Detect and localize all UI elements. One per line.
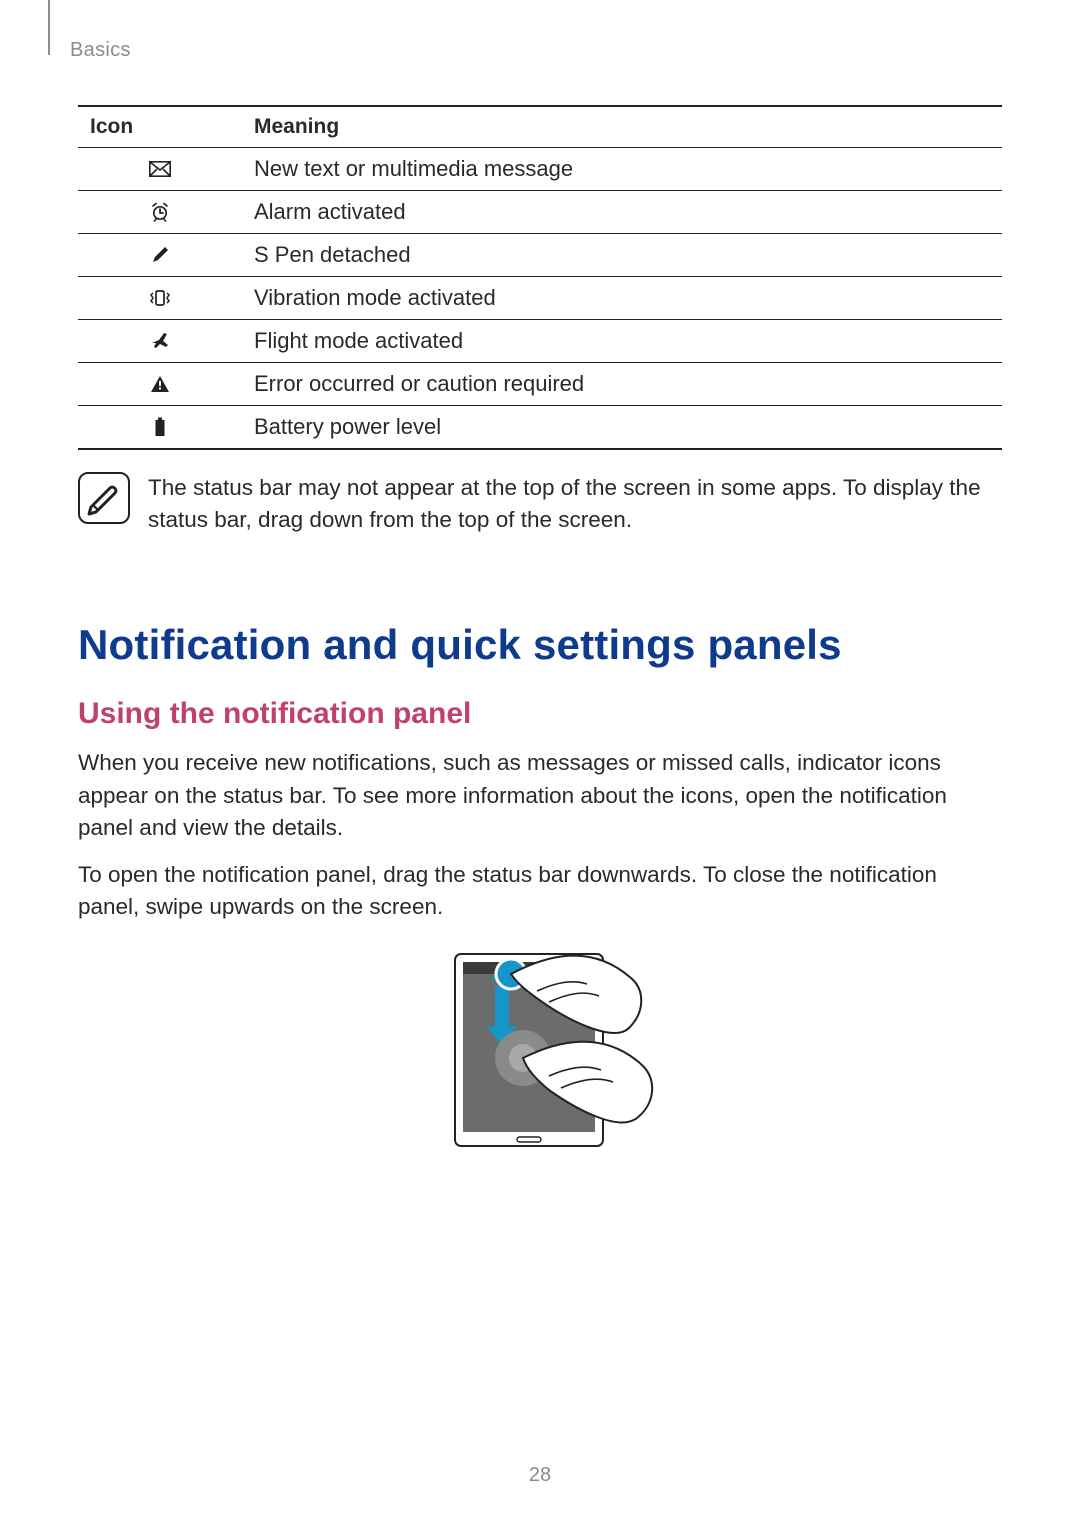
icon-meaning-table: Icon Meaning New text or multimedia mess… (78, 105, 1002, 450)
table-row: New text or multimedia message (78, 148, 1002, 191)
meaning-cell: Vibration mode activated (242, 277, 1002, 320)
meaning-cell: S Pen detached (242, 234, 1002, 277)
drag-down-illustration (415, 946, 665, 1166)
table-row: Vibration mode activated (78, 277, 1002, 320)
col-icon-header: Icon (78, 106, 242, 148)
meaning-cell: New text or multimedia message (242, 148, 1002, 191)
note-icon (78, 472, 130, 524)
table-row: Error occurred or caution required (78, 363, 1002, 406)
paragraph: To open the notification panel, drag the… (78, 859, 1002, 924)
spen-icon (150, 245, 170, 265)
warning-icon (150, 375, 170, 393)
meaning-cell: Battery power level (242, 406, 1002, 450)
message-icon (149, 161, 171, 177)
meaning-cell: Error occurred or caution required (242, 363, 1002, 406)
meaning-cell: Flight mode activated (242, 320, 1002, 363)
table-row: S Pen detached (78, 234, 1002, 277)
table-row: Battery power level (78, 406, 1002, 450)
vibration-icon (148, 289, 172, 307)
heading-h1: Notification and quick settings panels (78, 621, 1002, 669)
paragraph: When you receive new notifications, such… (78, 747, 1002, 845)
breadcrumb: Basics (70, 39, 131, 62)
table-row: Flight mode activated (78, 320, 1002, 363)
battery-icon (154, 417, 166, 437)
alarm-icon (150, 202, 170, 222)
header-rule (48, 0, 50, 55)
note-callout: The status bar may not appear at the top… (78, 472, 1002, 536)
table-row: Alarm activated (78, 191, 1002, 234)
page-number: 28 (0, 1464, 1080, 1487)
heading-h2: Using the notification panel (78, 697, 1002, 731)
col-meaning-header: Meaning (242, 106, 1002, 148)
flight-icon (150, 331, 170, 351)
meaning-cell: Alarm activated (242, 191, 1002, 234)
note-text: The status bar may not appear at the top… (148, 472, 1002, 536)
